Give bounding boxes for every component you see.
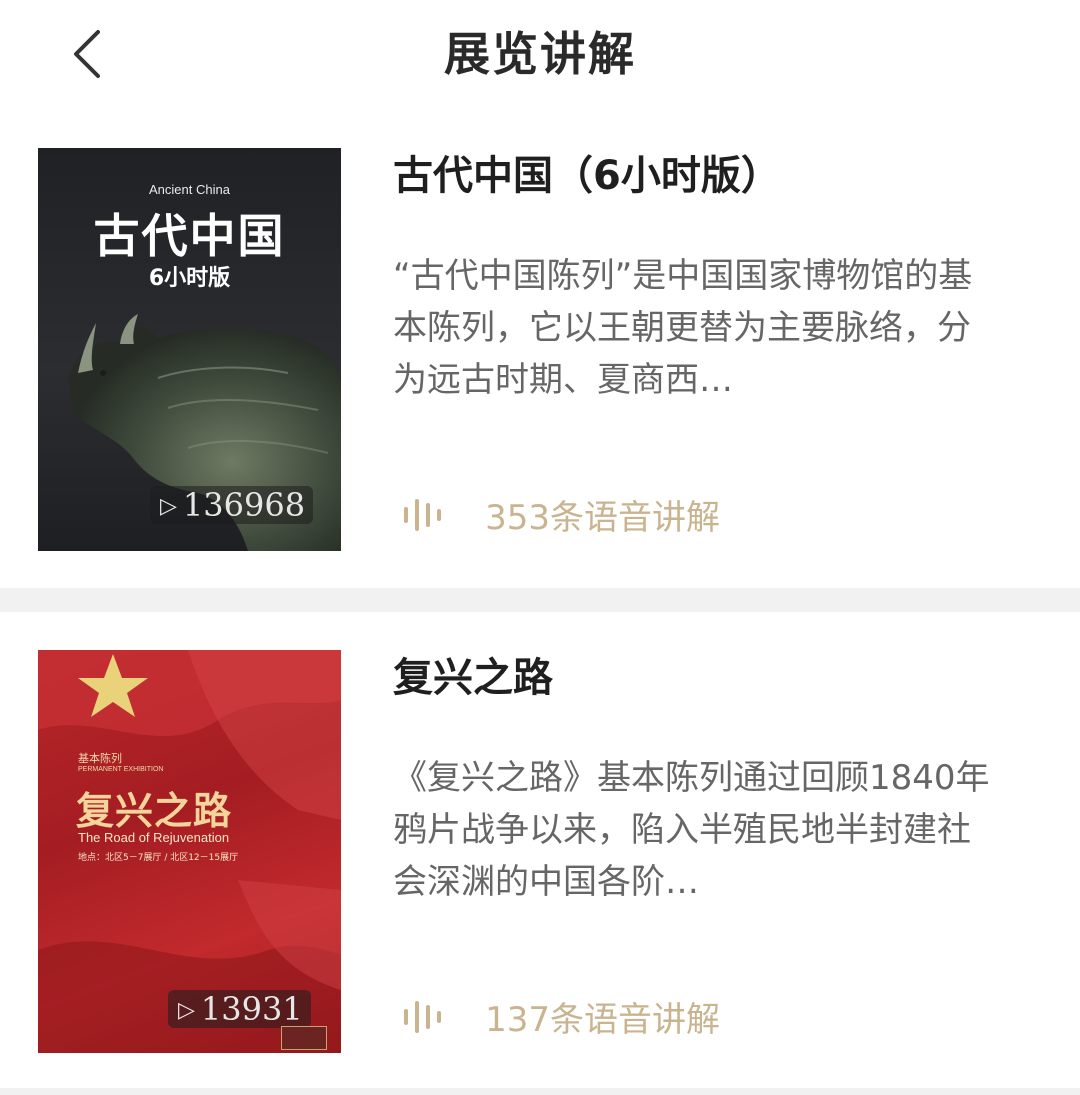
exhibition-card-road-of-rejuvenation[interactable]: 基本陈列 PERMANENT EXHIBITION 复兴之路 The Road … [0,612,1080,1092]
audio-count-text: 137条语音讲解 [485,1000,720,1040]
audio-count-text: 353条语音讲解 [485,498,720,538]
top-nav-bar: 展览讲解 [0,0,1080,110]
exhibition-description: “古代中国陈列”是中国国家博物馆的基本陈列，它以王朝更替为主要脉络，分为远古时期… [393,256,973,400]
cover-location: 地点：北区5－7展厅 / 北区12－15展厅 [78,853,239,863]
museum-logo-icon [281,1026,327,1050]
page-title: 展览讲解 [444,27,636,81]
audio-guide-count[interactable]: 353条语音讲解 [402,490,720,540]
section-divider [0,588,1080,612]
play-icon: ▷ [178,998,195,1023]
cover-english-title: Ancient China [149,182,230,197]
audio-wave-icon [404,498,441,531]
audio-guide-count[interactable]: 137条语音讲解 [402,992,720,1042]
exhibition-cover-image[interactable]: 基本陈列 PERMANENT EXHIBITION 复兴之路 The Road … [38,650,341,1053]
play-count: 13931 [200,990,303,1028]
exhibition-title[interactable]: 古代中国（6小时版） [393,148,781,204]
exhibition-card-ancient-china[interactable]: Ancient China 古代中国 6小时版 ▷ 136968 古代中国（6小时… [0,110,1080,590]
exhibition-title[interactable]: 复兴之路 [393,650,553,706]
cover-label-english: PERMANENT EXHIBITION [78,766,164,773]
cover-label-chinese: 基本陈列 [78,752,122,765]
section-divider [0,1088,1080,1095]
play-icon: ▷ [160,494,177,519]
exhibition-description: 《复兴之路》基本陈列通过回顾1840年鸦片战争以来，陷入半殖民地半封建社会深渊的… [393,758,990,902]
cover-subtitle: 6小时版 [148,266,231,291]
play-count-badge: ▷ 13931 [168,990,311,1028]
play-count: 136968 [182,486,306,524]
cover-chinese-title: 复兴之路 [76,788,233,833]
cover-english-title: The Road of Rejuvenation [78,830,230,845]
audio-wave-icon [404,1000,441,1033]
cover-chinese-title: 古代中国 [93,209,286,263]
exhibition-cover-image[interactable]: Ancient China 古代中国 6小时版 ▷ 136968 [38,148,341,551]
play-count-badge: ▷ 136968 [150,486,314,524]
